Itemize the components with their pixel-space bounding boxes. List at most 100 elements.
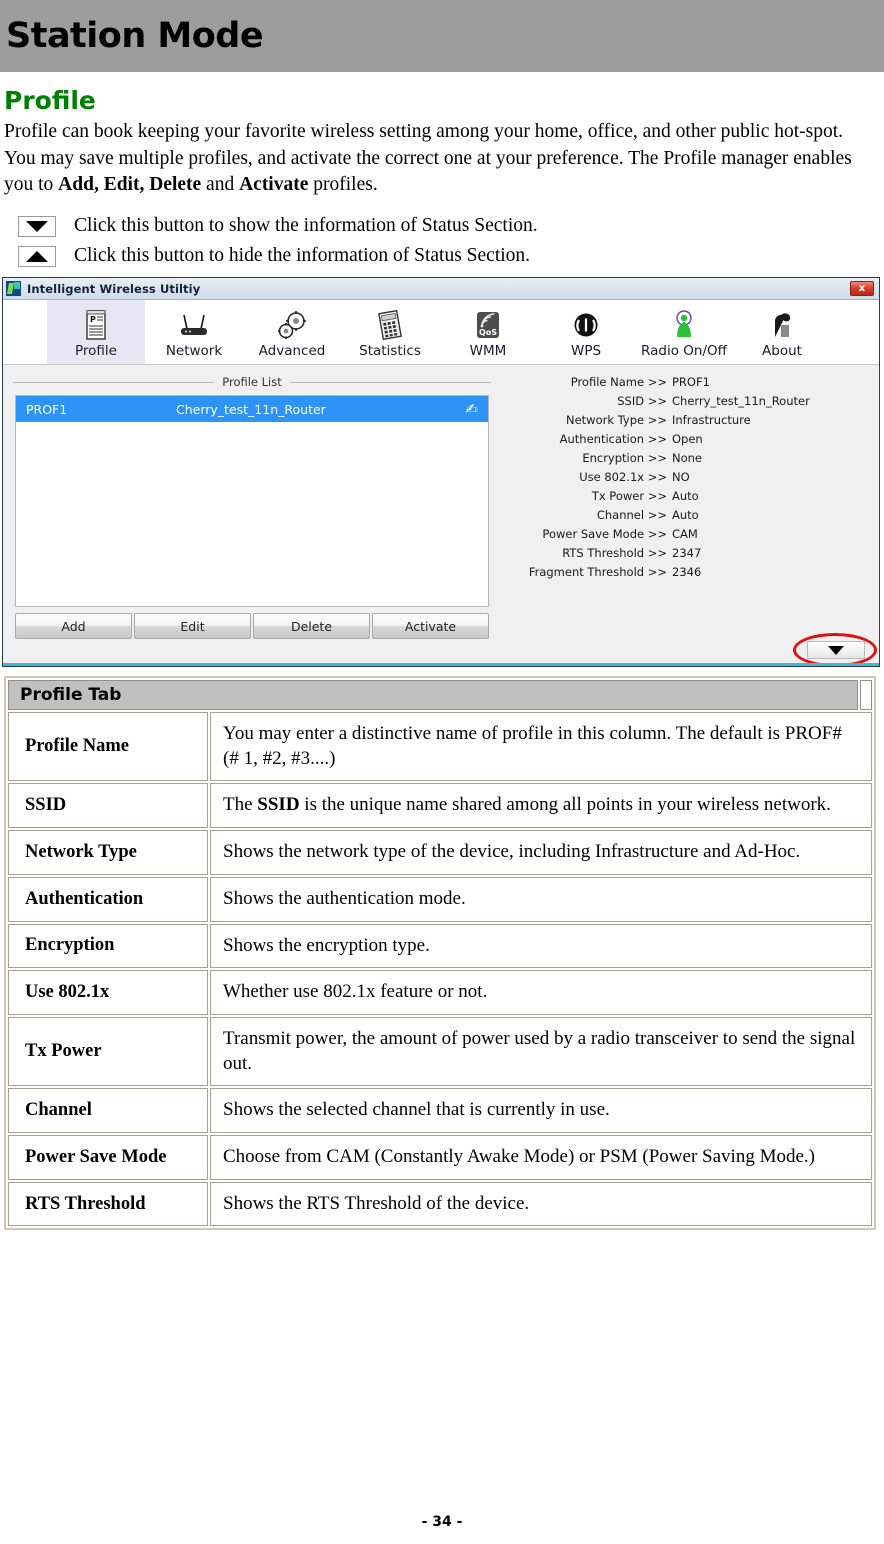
tab-about-label: About (762, 343, 802, 360)
close-icon[interactable]: x (850, 281, 874, 297)
activate-button[interactable]: Activate (372, 613, 489, 640)
table-row: SSID The SSID is the unique name shared … (8, 783, 872, 829)
delete-button[interactable]: Delete (253, 613, 370, 640)
detail-label: SSID >> (617, 394, 667, 409)
ssid-desc-post: is the unique name shared among all poin… (299, 794, 831, 816)
tab-network[interactable]: Network (145, 300, 243, 364)
window-content: Profile List PROF1 Cherry_test_11n_Route… (3, 365, 879, 667)
legend-row-hide: Click this button to hide the informatio… (18, 245, 884, 267)
edit-button[interactable]: Edit (134, 613, 251, 640)
tab-statistics-label: Statistics (359, 343, 421, 360)
page-footer: - 34 - (421, 1514, 463, 1530)
show-status-button[interactable] (18, 215, 56, 237)
detail-value: NO (672, 470, 690, 485)
page-banner: Station Mode (0, 0, 884, 72)
add-button[interactable]: Add (15, 613, 132, 640)
row-desc-use-8021x: Whether use 802.1x feature or not. (210, 970, 872, 1015)
app-logo-icon (6, 281, 21, 297)
window-title-bar: Intelligent Wireless Utiltiy x (3, 278, 879, 301)
detail-authentication: Authentication >> Open (495, 434, 873, 446)
hide-status-button[interactable] (18, 245, 56, 267)
row-key-power-save-mode: Power Save Mode (8, 1134, 208, 1180)
triangle-up-icon (26, 250, 48, 262)
tab-profile-label: Profile (75, 343, 117, 360)
table-row: Channel Shows the selected channel that … (8, 1088, 872, 1133)
detail-power-save-mode: Power Save Mode >> CAM (495, 529, 873, 541)
tab-wmm-label: WMM (469, 343, 507, 360)
detail-label: Network Type >> (565, 413, 667, 428)
row-key-rts-threshold: RTS Threshold (8, 1181, 208, 1227)
table-row: Encryption Shows the encryption type. (8, 923, 872, 969)
detail-encryption: Encryption >> None (495, 453, 873, 465)
legend-show-text: Click this button to show the informatio… (74, 215, 538, 237)
row-desc-channel: Shows the selected channel that is curre… (210, 1088, 872, 1133)
detail-ssid: SSID >> Cherry_test_11n_Router (495, 396, 873, 408)
tab-about[interactable]: About (733, 300, 831, 364)
row-key-channel: Channel (8, 1088, 208, 1133)
radio-antenna-icon (671, 307, 697, 341)
tab-profile[interactable]: P Profile (47, 300, 145, 365)
tab-statistics[interactable]: Statistics (341, 300, 439, 364)
tab-wps[interactable]: WPS (537, 300, 635, 364)
row-key-tx-power: Tx Power (8, 1016, 208, 1087)
tab-wps-label: WPS (570, 343, 602, 360)
detail-value: CAM (672, 527, 698, 542)
detail-use-8021x: Use 802.1x >> NO (495, 472, 873, 484)
intro-text-2: profiles. (308, 174, 378, 196)
row-desc-rts-threshold: Shows the RTS Threshold of the device. (210, 1181, 872, 1227)
detail-value: 2346 (672, 565, 702, 580)
detail-label: Authentication >> (559, 432, 667, 447)
row-key-network-type: Network Type (8, 830, 208, 875)
intro-bold-actions: Add, Edit, Delete (58, 174, 202, 196)
tab-wmm[interactable]: QoS WMM (439, 300, 537, 364)
table-row: Profile Name You may enter a distinctive… (8, 712, 872, 782)
detail-label: Tx Power >> (591, 489, 667, 504)
ssid-desc-bold: SSID (257, 794, 300, 816)
row-desc-profile-name: You may enter a distinctive name of prof… (210, 712, 872, 782)
detail-label: Use 802.1x >> (579, 470, 667, 485)
table-row: Authentication Shows the authentication … (8, 876, 872, 922)
status-expand-button[interactable] (807, 641, 865, 660)
detail-label: Profile Name >> (570, 375, 667, 390)
triangle-down-icon (26, 220, 48, 232)
svg-text:P: P (90, 315, 96, 324)
intro-text-mid: and (201, 174, 240, 196)
row-desc-tx-power: Transmit power, the amount of power used… (210, 1016, 872, 1087)
row-key-use-8021x: Use 802.1x (8, 970, 208, 1015)
section-heading-profile: Profile (4, 86, 96, 115)
profile-details-panel: Profile Name >> PROF1 SSID >> Cherry_tes… (495, 373, 873, 663)
detail-label: Channel >> (596, 508, 667, 523)
detail-tx-power: Tx Power >> Auto (495, 491, 873, 503)
row-desc-network-type: Shows the network type of the device, in… (210, 830, 872, 875)
intro-paragraph: Profile can book keeping your favorite w… (4, 119, 854, 199)
row-desc-authentication: Shows the authentication mode. (210, 876, 872, 922)
triangle-down-icon (828, 645, 844, 655)
tab-advanced[interactable]: Advanced (243, 300, 341, 364)
detail-profile-name: Profile Name >> PROF1 (495, 377, 873, 389)
table-row: Tx Power Transmit power, the amount of p… (8, 1016, 872, 1087)
detail-network-type: Network Type >> Infrastructure (495, 415, 873, 427)
detail-value: None (672, 451, 703, 466)
row-key-ssid: SSID (8, 783, 208, 829)
router-icon (177, 307, 211, 341)
table-header-tail-cell (860, 680, 872, 711)
row-desc-ssid: The SSID is the unique name shared among… (210, 783, 872, 829)
detail-channel: Channel >> Auto (495, 510, 873, 522)
tab-radio-on-off[interactable]: Radio On/Off (635, 300, 733, 364)
profile-row-name: PROF1 (26, 401, 68, 417)
calculator-icon (375, 307, 405, 341)
gears-icon (275, 307, 309, 341)
detail-value: Auto (672, 508, 699, 523)
detail-value: Open (672, 432, 703, 447)
profile-tab-reference-table: Profile Tab Profile Name You may enter a… (4, 676, 876, 1231)
row-key-encryption: Encryption (8, 923, 208, 969)
list-item[interactable]: PROF1 Cherry_test_11n_Router ✍ (16, 396, 488, 423)
table-row: Network Type Shows the network type of t… (8, 830, 872, 875)
profile-list-panel: Profile List PROF1 Cherry_test_11n_Route… (9, 373, 495, 663)
detail-label: Encryption >> (582, 451, 667, 466)
legend-row-show: Click this button to show the informatio… (18, 215, 884, 237)
profile-document-icon: P (83, 307, 109, 341)
profile-listbox[interactable]: PROF1 Cherry_test_11n_Router ✍ (15, 395, 489, 608)
satellite-dish-icon (769, 307, 795, 341)
page-title: Station Mode (6, 16, 264, 56)
